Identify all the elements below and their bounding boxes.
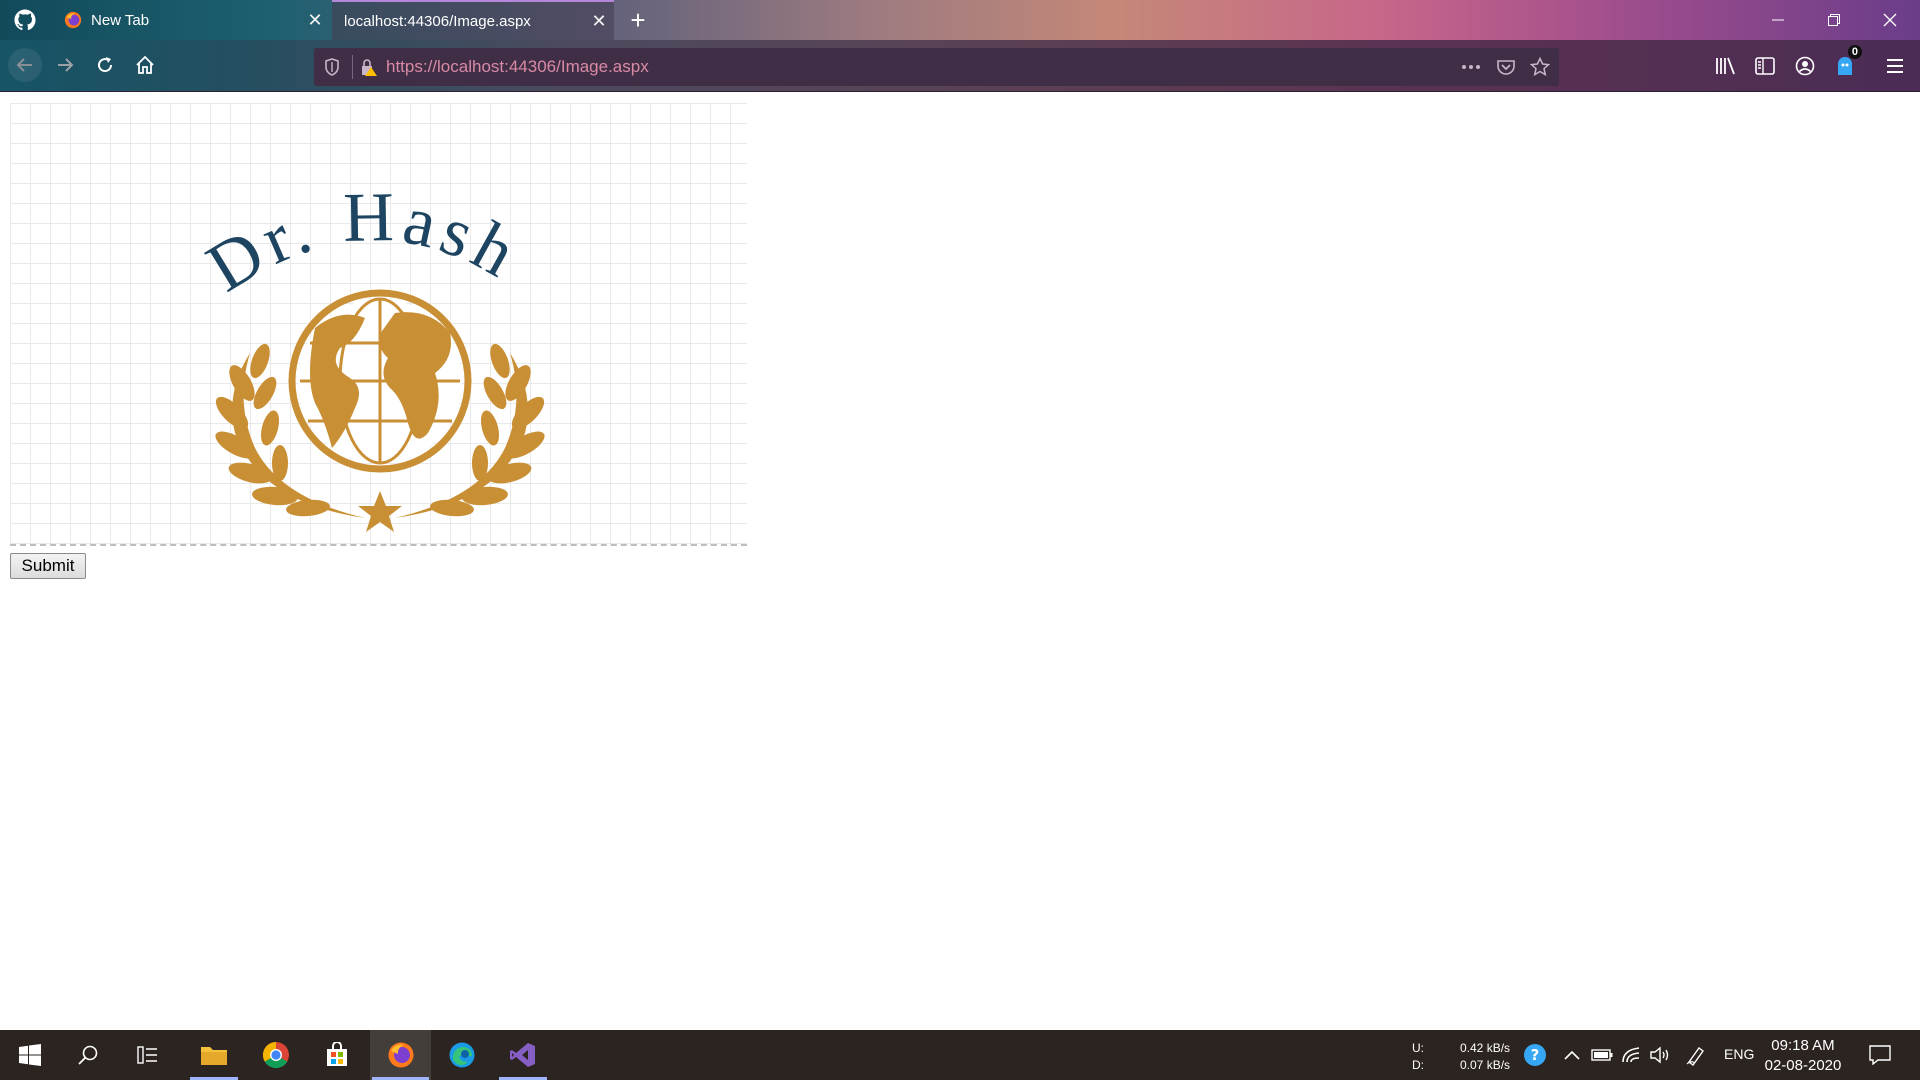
- firefox-icon: [64, 11, 82, 29]
- store-bag-icon: [327, 1042, 347, 1066]
- reload-icon: [98, 57, 113, 73]
- globe-icon: [288, 289, 472, 473]
- chrome-icon: [262, 1041, 289, 1069]
- search-button[interactable]: [62, 1030, 114, 1080]
- arrow-left-icon: [16, 58, 32, 72]
- volume-button[interactable]: [1648, 1043, 1672, 1067]
- task-view-icon: [137, 1046, 157, 1064]
- wifi-icon: [1622, 1047, 1640, 1063]
- folder-icon: [201, 1047, 227, 1065]
- upload-speed: 0.42 kB/s: [1460, 1041, 1511, 1055]
- logo-title: Dr. Hash: [194, 179, 533, 307]
- upload-label: U:: [1412, 1041, 1424, 1055]
- restore-button[interactable]: [1806, 0, 1862, 40]
- download-speed: 0.07 kB/s: [1460, 1058, 1511, 1072]
- url-text: https://localhost:44306/Image.aspx: [386, 57, 649, 76]
- search-icon: [78, 1045, 98, 1065]
- extension-button[interactable]: 0: [1830, 45, 1862, 81]
- battery-icon: [1591, 1049, 1613, 1061]
- edge-icon: [449, 1042, 475, 1068]
- notification-icon: [1869, 1045, 1891, 1065]
- task-view-button[interactable]: [122, 1030, 174, 1080]
- minimize-icon: [1772, 19, 1784, 21]
- firefox-icon: [388, 1042, 413, 1068]
- browser-toolbar: https://localhost:44306/Image.aspx 0: [0, 40, 1920, 92]
- visual-studio-app[interactable]: [497, 1030, 549, 1080]
- chrome-app[interactable]: [250, 1030, 302, 1080]
- pocket-icon[interactable]: [1496, 57, 1516, 77]
- arrow-right-icon: [58, 58, 74, 72]
- visual-studio-icon: [510, 1043, 535, 1067]
- plus-icon: +: [630, 4, 646, 35]
- file-explorer-app[interactable]: [188, 1030, 240, 1080]
- browser-titlebar: New Tab ✕ localhost:44306/Image.aspx ✕ +: [0, 0, 1920, 40]
- home-button[interactable]: [128, 48, 162, 82]
- start-button[interactable]: [4, 1030, 56, 1080]
- close-tab-icon[interactable]: ✕: [584, 11, 614, 32]
- github-pinned-tab[interactable]: [0, 0, 50, 40]
- reload-button[interactable]: [88, 48, 122, 82]
- address-bar[interactable]: https://localhost:44306/Image.aspx: [314, 48, 1559, 86]
- tab-label: New Tab: [91, 11, 150, 29]
- pen-workspace-button[interactable]: [1684, 1043, 1708, 1067]
- close-tab-icon[interactable]: ✕: [300, 10, 330, 31]
- home-icon: [136, 55, 154, 74]
- speaker-icon: [1650, 1046, 1669, 1064]
- clock-date: 02-08-2020: [1764, 1057, 1842, 1074]
- windows-taskbar: U: D: 0.42 kB/s 0.07 kB/s ? ENG 09:18 AM…: [0, 1030, 1920, 1080]
- close-window-button[interactable]: [1862, 0, 1918, 40]
- close-icon: [1883, 13, 1897, 27]
- firefox-app[interactable]: [370, 1030, 431, 1080]
- account-icon: [1795, 56, 1815, 76]
- tab-new-tab[interactable]: New Tab ✕: [50, 0, 330, 40]
- clock[interactable]: 09:18 AM 02-08-2020: [1758, 1036, 1848, 1076]
- insecure-lock-warning-icon[interactable]: [358, 57, 378, 77]
- minimize-button[interactable]: [1750, 0, 1806, 40]
- tab-image-aspx[interactable]: localhost:44306/Image.aspx ✕: [332, 0, 614, 40]
- star-icon: [358, 491, 402, 532]
- battery-button[interactable]: [1590, 1043, 1614, 1067]
- svg-text:?: ?: [1531, 1046, 1540, 1064]
- restore-icon: [1828, 14, 1840, 26]
- account-button[interactable]: [1790, 51, 1820, 81]
- help-button[interactable]: ?: [1523, 1043, 1547, 1067]
- library-icon: [1716, 57, 1735, 75]
- forward-button[interactable]: [48, 48, 82, 82]
- tab-label: localhost:44306/Image.aspx: [344, 12, 531, 30]
- page-actions-icon[interactable]: [1460, 57, 1480, 77]
- edge-app[interactable]: [436, 1030, 488, 1080]
- help-icon: ?: [1524, 1044, 1546, 1066]
- library-button[interactable]: [1710, 51, 1740, 81]
- action-center-button[interactable]: [1868, 1043, 1892, 1067]
- chevron-up-icon: [1564, 1050, 1580, 1060]
- page-content: Dr. Hash Submit: [0, 93, 1920, 1030]
- url-separator: [352, 55, 353, 79]
- input-language[interactable]: ENG: [1724, 1046, 1754, 1062]
- submit-button[interactable]: Submit: [10, 553, 86, 579]
- bookmark-star-icon[interactable]: [1529, 56, 1551, 77]
- clock-time: 09:18 AM: [1771, 1037, 1835, 1054]
- logo-image: Dr. Hash: [10, 103, 747, 546]
- extension-badge: 0: [1847, 45, 1862, 59]
- new-tab-button[interactable]: +: [622, 4, 654, 36]
- dr-hash-logo: Dr. Hash: [194, 179, 545, 532]
- menu-button[interactable]: [1880, 51, 1910, 81]
- shield-icon[interactable]: [322, 57, 342, 77]
- show-hidden-icons-button[interactable]: [1560, 1043, 1584, 1067]
- wifi-button[interactable]: [1620, 1043, 1644, 1067]
- sidebar-icon: [1755, 57, 1775, 75]
- sidebar-button[interactable]: [1750, 51, 1780, 81]
- back-button[interactable]: [8, 48, 42, 82]
- github-icon: [14, 9, 36, 31]
- windows-logo-icon: [19, 1044, 41, 1066]
- microsoft-store-app[interactable]: [311, 1030, 363, 1080]
- hamburger-menu-icon: [1887, 59, 1903, 73]
- download-label: D:: [1412, 1058, 1424, 1072]
- pen-icon: [1686, 1047, 1704, 1066]
